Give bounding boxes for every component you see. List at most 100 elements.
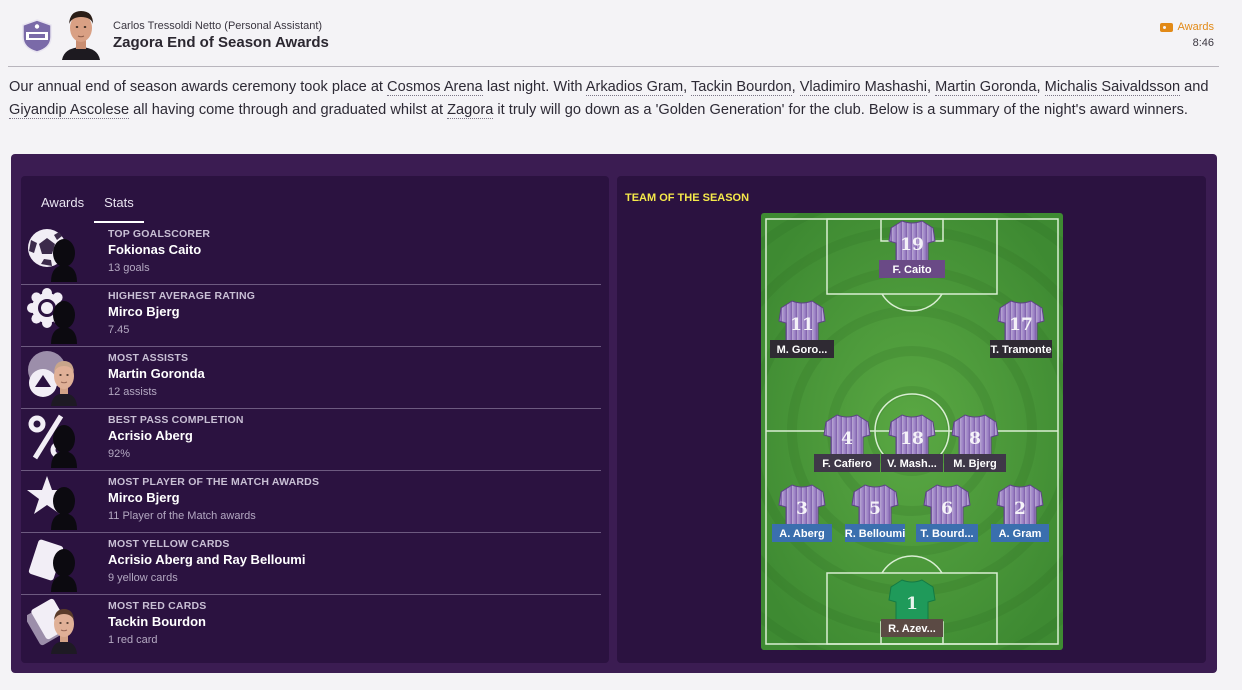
award-winner-name[interactable]: Martin Goronda bbox=[108, 366, 205, 381]
award-list: Top Goalscorer Fokionas Caito 13 goals High… bbox=[21, 223, 601, 657]
rosette-icon bbox=[27, 288, 77, 344]
body-link[interactable]: Giyandip Ascolese bbox=[9, 102, 130, 119]
award-category: Most Assists bbox=[108, 352, 189, 364]
body-link[interactable]: Martin Goronda bbox=[935, 79, 1037, 96]
award-detail: 11 Player of the Match awards bbox=[108, 510, 256, 522]
player-name-label: R. Azev... bbox=[888, 623, 936, 635]
award-category: Highest Average Rating bbox=[108, 290, 256, 302]
award-detail: 1 red card bbox=[108, 634, 158, 646]
body-text-segment: it truly will go down as a 'Golden Gener… bbox=[493, 102, 1188, 118]
shirt-number: 19 bbox=[900, 235, 924, 255]
pitch: 19 F. Caito 11 M. Goro... 17 T. Tramonte 4 F. C… bbox=[761, 213, 1063, 650]
player-name-label: V. Mash... bbox=[887, 458, 937, 470]
body-link[interactable]: Zagora bbox=[447, 102, 494, 119]
message-body: Our annual end of season awards ceremony… bbox=[9, 76, 1224, 122]
award-detail: 13 goals bbox=[108, 262, 150, 274]
player-name-label: T. Tramonte bbox=[990, 344, 1051, 356]
player-name-label: R. Belloumi bbox=[845, 528, 906, 540]
award-row[interactable]: Top Goalscorer Fokionas Caito 13 goals bbox=[21, 223, 601, 285]
award-detail: 12 assists bbox=[108, 386, 157, 398]
shirt-number: 18 bbox=[900, 429, 924, 449]
award-category: Best Pass Completion bbox=[108, 414, 244, 426]
team-of-season-panel: TEAM OF THE SEASON 19 F. Caito 11 M. Gor… bbox=[617, 176, 1206, 663]
sender-role: (Personal Assistant) bbox=[224, 20, 323, 32]
shirt-number: 6 bbox=[941, 499, 953, 519]
award-row[interactable]: Most Player of the Match Awards Mirco Bje… bbox=[21, 471, 601, 533]
sender-avatar[interactable] bbox=[60, 6, 102, 60]
award-category: Most Red Cards bbox=[108, 600, 207, 612]
award-row[interactable]: Most Red Cards Tackin Bourdon 1 red card bbox=[21, 595, 601, 657]
panel-tabs: Awards Stats bbox=[31, 190, 144, 223]
award-winner-name[interactable]: Acrisio Aberg bbox=[108, 428, 193, 443]
body-link[interactable]: Michalis Saivaldsson bbox=[1044, 79, 1181, 96]
award-winner-name[interactable]: Mirco Bjerg bbox=[108, 304, 180, 319]
tag-label: Awards bbox=[1177, 21, 1214, 33]
player-name-label: T. Bourd... bbox=[920, 528, 973, 540]
assist-icon bbox=[28, 351, 77, 406]
club-badge-icon bbox=[22, 19, 52, 53]
award-winner-name[interactable]: Fokionas Caito bbox=[108, 242, 201, 257]
football-icon bbox=[28, 229, 77, 282]
message-header: Carlos Tressoldi Netto (Personal Assista… bbox=[0, 0, 1242, 66]
awards-panel: Awards Stats Top Goalscorer Fokionas Cait… bbox=[11, 154, 1217, 673]
award-detail: 9 yellow cards bbox=[108, 572, 178, 584]
header-divider bbox=[8, 66, 1219, 67]
body-text-segment: and bbox=[1180, 79, 1209, 95]
shirt-number: 2 bbox=[1014, 499, 1026, 519]
award-row[interactable]: Most Assists Martin Goronda 12 assists bbox=[21, 347, 601, 409]
body-text-segment: all having come through and graduated wh… bbox=[129, 102, 448, 118]
body-text-segment: , bbox=[683, 79, 691, 95]
award-row[interactable]: Highest Average Rating Mirco Bjerg 7.45 bbox=[21, 285, 601, 347]
body-link[interactable]: Arkadios Gram bbox=[585, 79, 684, 96]
tab-awards[interactable]: Awards bbox=[31, 190, 94, 223]
body-text-segment: , bbox=[791, 79, 800, 95]
award-row[interactable]: Most Yellow Cards Acrisio Aberg and Ray B… bbox=[21, 533, 601, 595]
body-link[interactable]: Cosmos Arena bbox=[387, 79, 483, 96]
player-photo bbox=[51, 301, 77, 344]
message-subject: Zagora End of Season Awards bbox=[113, 34, 329, 51]
player-name-label: F. Caito bbox=[892, 264, 931, 276]
shirt-number: 1 bbox=[906, 594, 918, 614]
message-time: 8:46 bbox=[1192, 37, 1214, 49]
award-category: Top Goalscorer bbox=[108, 228, 211, 240]
player-name-label: F. Cafiero bbox=[822, 458, 872, 470]
shirt-number: 8 bbox=[969, 429, 981, 449]
player-photo bbox=[51, 425, 77, 468]
body-link[interactable]: Vladimiro Mashashi bbox=[799, 79, 928, 96]
body-text-segment: , bbox=[927, 79, 936, 95]
shirt-number: 3 bbox=[796, 499, 808, 519]
tab-stats[interactable]: Stats bbox=[94, 190, 144, 223]
award-winner-name[interactable]: Acrisio Aberg and Ray Belloumi bbox=[108, 552, 305, 567]
sender-name[interactable]: Carlos Tressoldi Netto bbox=[113, 20, 221, 32]
player-photo bbox=[51, 239, 77, 282]
category-tag[interactable]: Awards bbox=[1159, 21, 1214, 33]
shirt-number: 4 bbox=[841, 429, 853, 449]
player-name-label: A. Gram bbox=[999, 528, 1042, 540]
player-photo bbox=[51, 487, 77, 530]
tag-icon bbox=[1159, 22, 1173, 32]
body-text-segment: , bbox=[1036, 79, 1045, 95]
body-text-segment: Our annual end of season awards ceremony… bbox=[9, 79, 388, 95]
player-photo bbox=[51, 549, 77, 592]
shirt-number: 5 bbox=[869, 499, 881, 519]
player-name-label: M. Goro... bbox=[777, 344, 828, 356]
team-of-season-title: TEAM OF THE SEASON bbox=[625, 192, 750, 204]
body-link[interactable]: Tackin Bourdon bbox=[690, 79, 792, 96]
award-category: Most Player of the Match Awards bbox=[108, 476, 320, 488]
award-winner-name[interactable]: Mirco Bjerg bbox=[108, 490, 180, 505]
shirt-number: 17 bbox=[1009, 315, 1033, 335]
percent-icon bbox=[28, 414, 77, 468]
award-winner-name[interactable]: Tackin Bourdon bbox=[108, 614, 206, 629]
player-name-label: M. Bjerg bbox=[953, 458, 996, 470]
award-row[interactable]: Best Pass Completion Acrisio Aberg 92% bbox=[21, 409, 601, 471]
yellow-card-icon bbox=[28, 539, 77, 592]
award-category: Most Yellow Cards bbox=[108, 538, 230, 550]
star-icon bbox=[27, 476, 77, 530]
shirt-number: 11 bbox=[790, 315, 814, 335]
sender-line: Carlos Tressoldi Netto (Personal Assista… bbox=[113, 20, 322, 32]
award-detail: 7.45 bbox=[108, 324, 130, 336]
player-name-label: A. Aberg bbox=[779, 528, 824, 540]
award-winners-panel: Awards Stats Top Goalscorer Fokionas Cait… bbox=[21, 176, 609, 663]
body-text-segment: last night. With bbox=[482, 79, 586, 95]
red-card-icon bbox=[27, 598, 77, 654]
